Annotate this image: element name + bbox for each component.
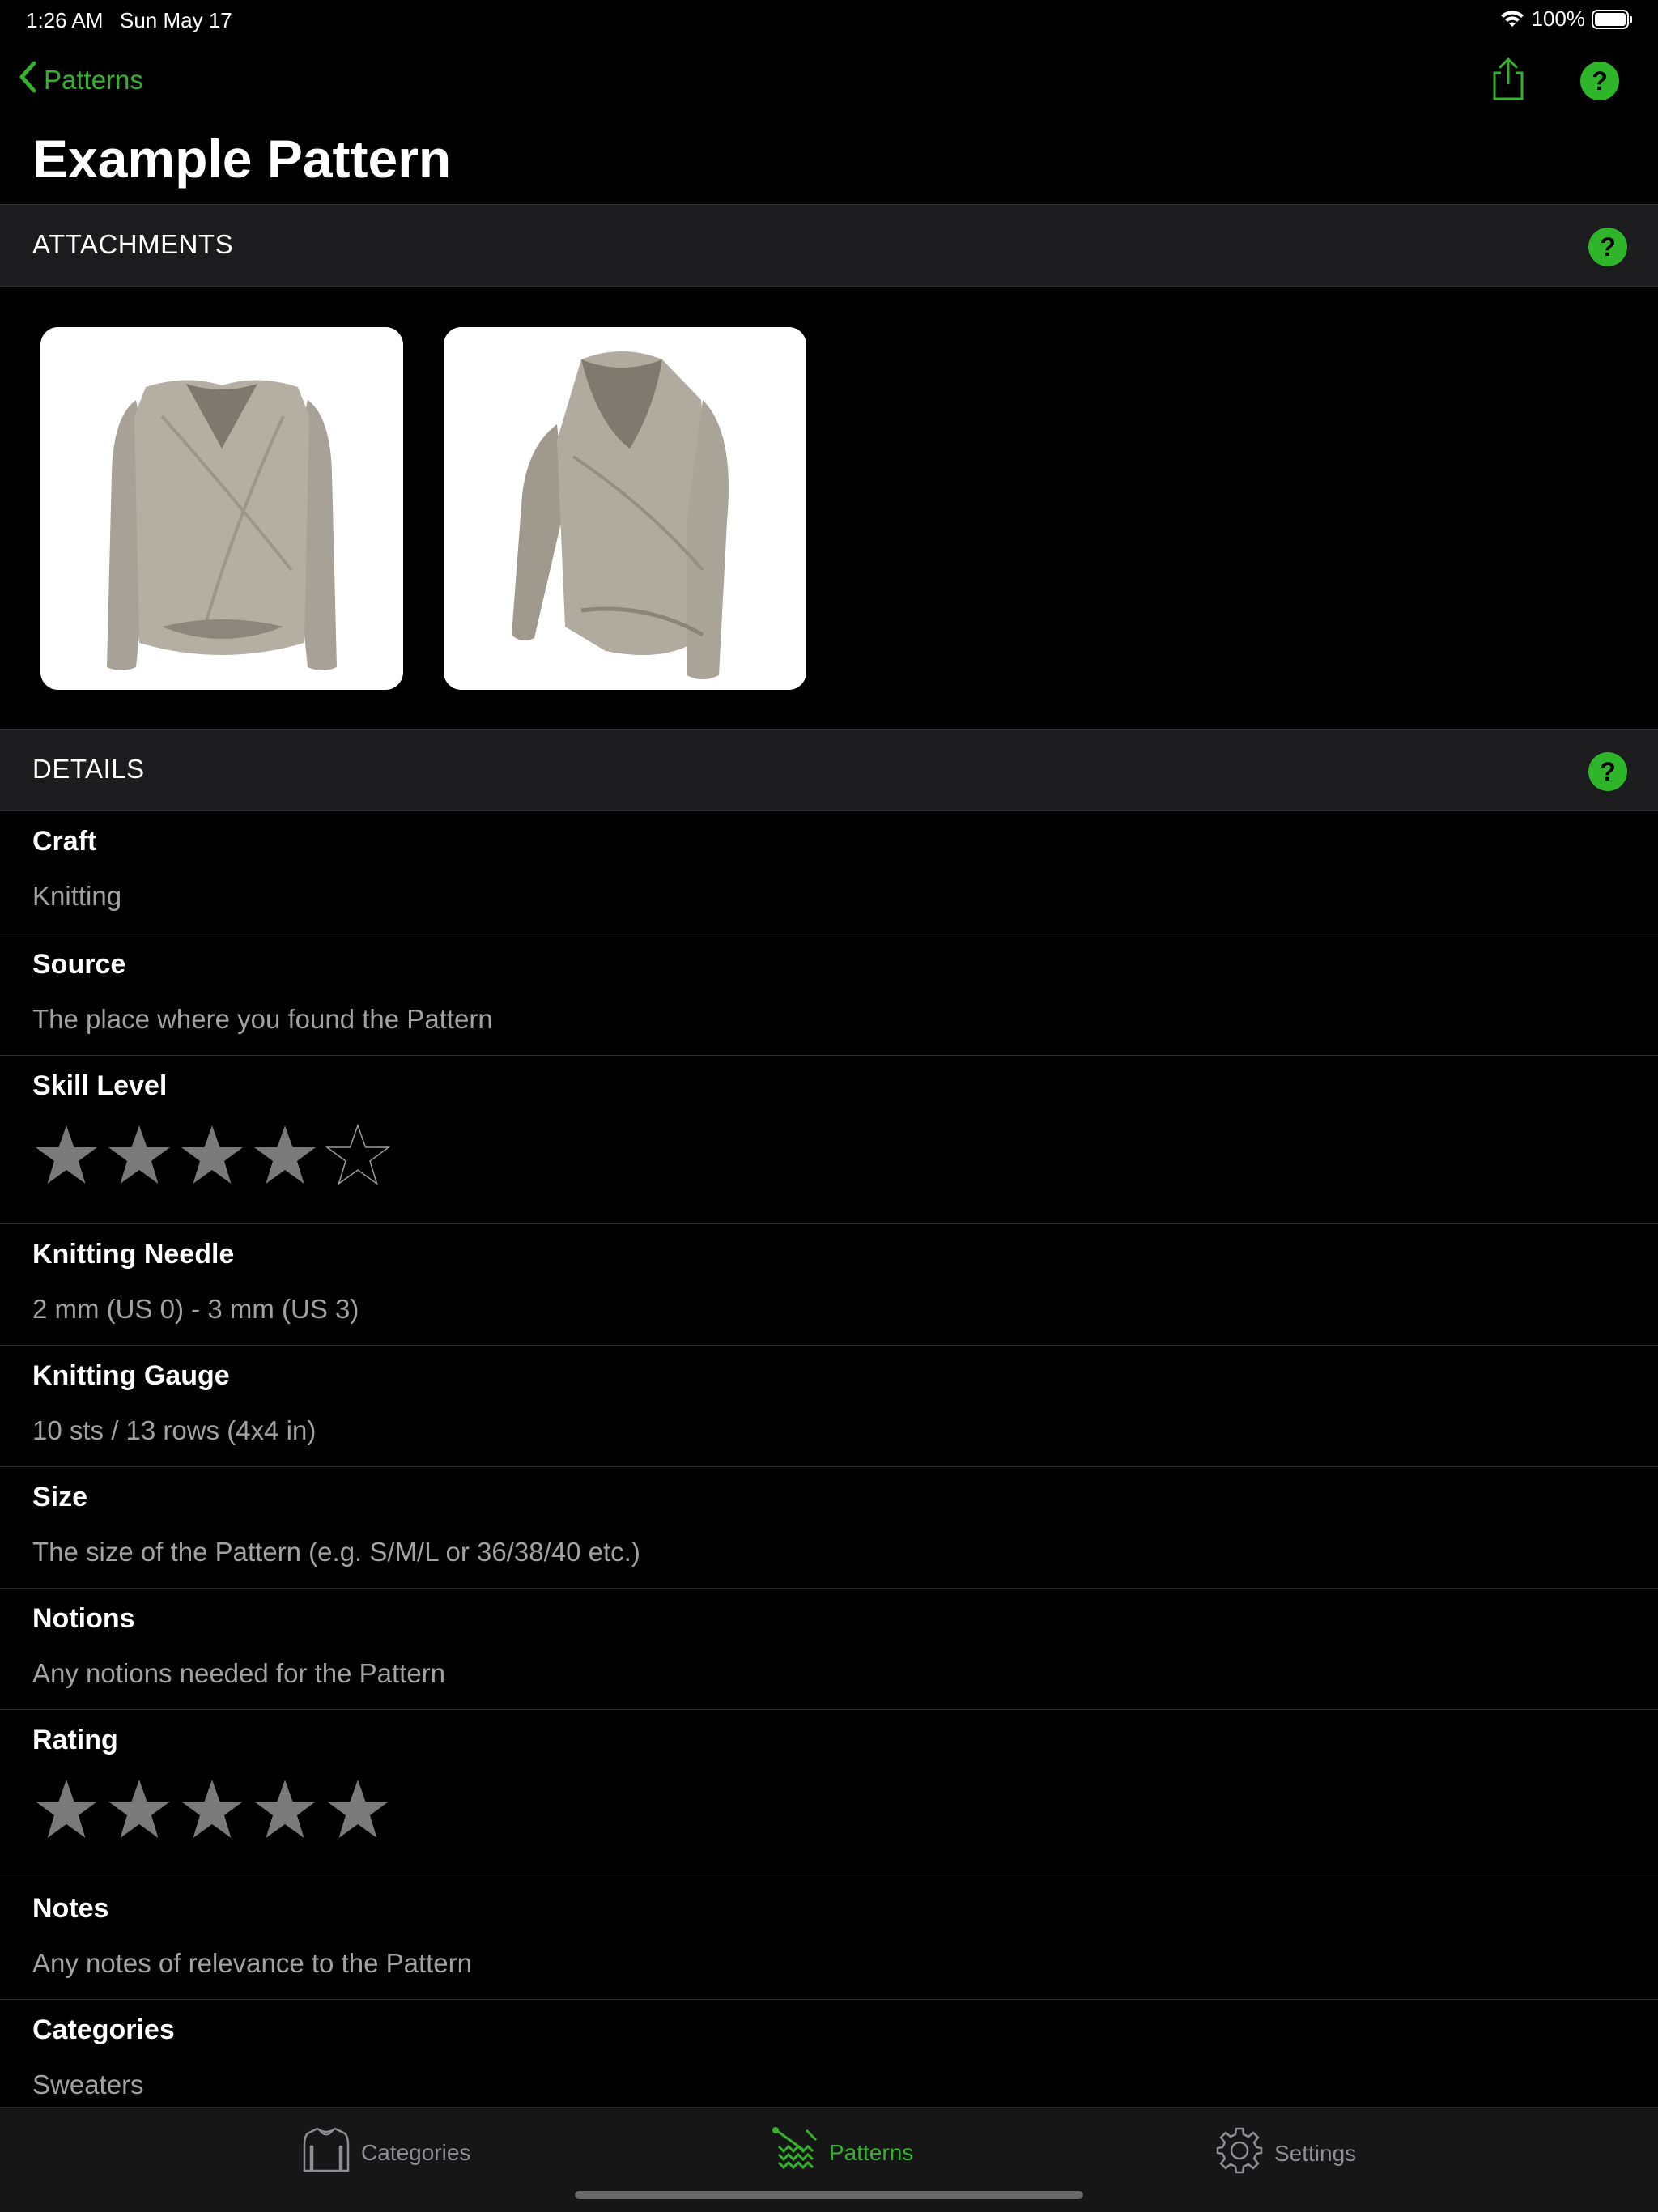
rating-stars[interactable] <box>31 1775 393 1846</box>
detail-row-rating[interactable]: Rating <box>0 1710 1658 1878</box>
detail-label: Skill Level <box>32 1070 168 1101</box>
tab-settings[interactable]: Settings <box>1214 2125 1356 2181</box>
star-filled-icon[interactable] <box>176 1121 248 1192</box>
skill-level-stars[interactable] <box>31 1121 393 1192</box>
help-button[interactable]: ? <box>1580 62 1619 100</box>
help-icon: ? <box>1600 232 1616 262</box>
tab-categories[interactable]: Categories <box>301 2125 470 2180</box>
star-filled-icon[interactable] <box>31 1121 102 1192</box>
tab-settings-label: Settings <box>1274 2140 1357 2166</box>
status-time: 1:26 AM <box>26 8 104 32</box>
battery-percent: 100% <box>1531 6 1586 31</box>
tab-patterns-label: Patterns <box>829 2139 914 2165</box>
star-filled-icon[interactable] <box>249 1775 321 1846</box>
status-date: Sun May 17 <box>120 8 232 32</box>
detail-label: Craft <box>32 826 97 857</box>
share-button[interactable] <box>1488 57 1528 106</box>
status-indicators: 100% <box>1499 6 1635 32</box>
tab-patterns[interactable]: Patterns <box>771 2125 913 2180</box>
details-header-label: DETAILS <box>32 754 145 784</box>
attachment-thumbnail-2[interactable] <box>444 327 806 690</box>
detail-value: Sweaters <box>32 2069 144 2099</box>
detail-value: The place where you found the Pattern <box>32 1004 493 1034</box>
star-filled-icon[interactable] <box>104 1121 175 1192</box>
detail-label: Size <box>32 1482 88 1512</box>
detail-label: Knitting Gauge <box>32 1360 230 1391</box>
detail-label: Categories <box>32 2014 175 2045</box>
back-button-label: Patterns <box>44 65 143 95</box>
home-indicator[interactable] <box>575 2191 1083 2199</box>
detail-row-notions[interactable]: Notions Any notions needed for the Patte… <box>0 1589 1658 1710</box>
help-icon: ? <box>1592 66 1608 96</box>
attachments-header-label: ATTACHMENTS <box>32 229 234 259</box>
back-button[interactable]: Patterns <box>18 60 143 100</box>
gear-icon <box>1214 2125 1265 2181</box>
detail-value: Any notions needed for the Pattern <box>32 1658 446 1688</box>
sweater-side-image <box>444 327 806 690</box>
detail-label: Notions <box>32 1603 135 1634</box>
detail-value: The size of the Pattern (e.g. S/M/L or 3… <box>32 1537 640 1567</box>
knitting-pattern-icon <box>771 2125 819 2180</box>
star-filled-icon[interactable] <box>104 1775 175 1846</box>
attachments-help-button[interactable]: ? <box>1588 228 1627 266</box>
battery-icon <box>1592 9 1634 30</box>
star-filled-icon[interactable] <box>176 1775 248 1846</box>
help-icon: ? <box>1600 756 1616 786</box>
detail-row-craft[interactable]: Craft Knitting <box>0 811 1658 934</box>
star-empty-icon[interactable] <box>322 1121 393 1192</box>
sweater-icon <box>301 2125 351 2180</box>
detail-row-knitting-gauge[interactable]: Knitting Gauge 10 sts / 13 rows (4x4 in) <box>0 1346 1658 1467</box>
detail-value: Any notes of relevance to the Pattern <box>32 1948 473 1978</box>
detail-label: Knitting Needle <box>32 1239 235 1270</box>
details-help-button[interactable]: ? <box>1588 752 1627 791</box>
chevron-left-icon <box>18 60 37 100</box>
detail-label: Source <box>32 949 126 980</box>
detail-value: 10 sts / 13 rows (4x4 in) <box>32 1415 317 1445</box>
attachment-thumbnail-1[interactable] <box>40 327 403 690</box>
star-filled-icon[interactable] <box>249 1121 321 1192</box>
detail-value: 2 mm (US 0) - 3 mm (US 3) <box>32 1294 359 1324</box>
wifi-icon <box>1499 9 1525 30</box>
navigation-bar: Patterns ? <box>0 39 1658 120</box>
detail-row-notes[interactable]: Notes Any notes of relevance to the Patt… <box>0 1878 1658 2000</box>
tab-categories-label: Categories <box>361 2139 471 2165</box>
detail-label: Notes <box>32 1893 109 1924</box>
details-section-header: DETAILS ? <box>0 729 1658 811</box>
star-filled-icon[interactable] <box>322 1775 393 1846</box>
detail-row-source[interactable]: Source The place where you found the Pat… <box>0 934 1658 1056</box>
detail-label: Rating <box>32 1725 118 1755</box>
page-title: Example Pattern <box>32 129 452 189</box>
share-icon <box>1488 57 1528 105</box>
sweater-front-image <box>40 327 403 690</box>
detail-row-categories[interactable]: Categories Sweaters <box>0 2000 1658 2121</box>
attachments-section-header: ATTACHMENTS ? <box>0 204 1658 287</box>
status-bar: 1:26 AM Sun May 17 100% <box>0 0 1658 39</box>
detail-row-knitting-needle[interactable]: Knitting Needle 2 mm (US 0) - 3 mm (US 3… <box>0 1224 1658 1346</box>
star-filled-icon[interactable] <box>31 1775 102 1846</box>
detail-row-skill-level[interactable]: Skill Level <box>0 1056 1658 1224</box>
detail-row-size[interactable]: Size The size of the Pattern (e.g. S/M/L… <box>0 1467 1658 1589</box>
detail-value: Knitting <box>32 881 122 911</box>
